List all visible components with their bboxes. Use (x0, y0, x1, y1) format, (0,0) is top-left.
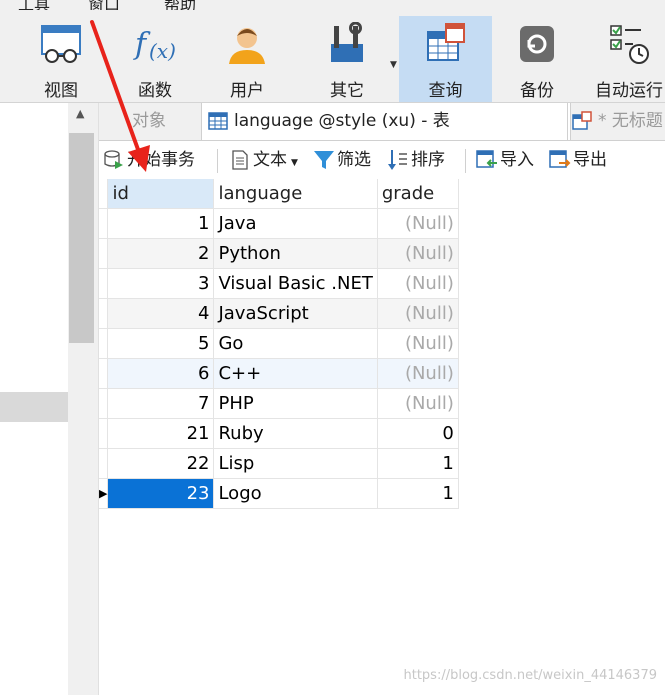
annotation-arrow-icon (90, 20, 150, 172)
watermark-url: https://blog.csdn.net/weixin_44146379 (403, 668, 657, 683)
